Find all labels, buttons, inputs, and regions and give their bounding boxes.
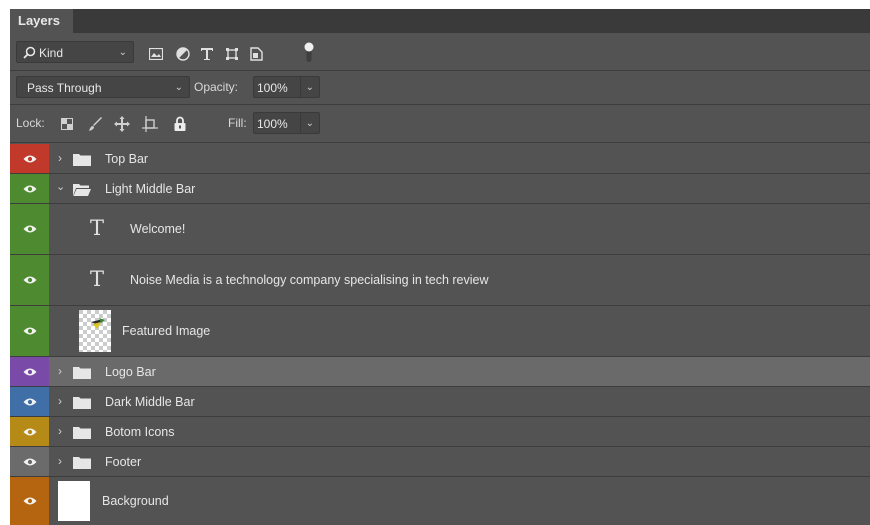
lock-transparent-pixels-icon[interactable] bbox=[61, 118, 73, 130]
chevron-down-icon[interactable]: ⌄ bbox=[306, 113, 314, 135]
layer-name: Welcome! bbox=[130, 222, 186, 236]
lock-label: Lock: bbox=[16, 116, 45, 130]
opacity-label: Opacity: bbox=[194, 80, 239, 94]
lock-artboard-icon[interactable] bbox=[142, 116, 158, 132]
layer-row-featured-image[interactable]: Featured Image bbox=[10, 306, 870, 357]
pixel-layer-filter-icon[interactable] bbox=[149, 48, 163, 60]
folder-icon bbox=[73, 367, 91, 379]
expand-arrow-icon[interactable]: › bbox=[58, 151, 62, 165]
text-layer-icon: T bbox=[90, 267, 105, 291]
fill-label: Fill: bbox=[228, 116, 247, 130]
expand-arrow-icon[interactable]: › bbox=[58, 454, 62, 468]
layer-row-noise-media-text[interactable]: T Noise Media is a technology company sp… bbox=[10, 255, 870, 306]
layer-name: Featured Image bbox=[122, 324, 211, 338]
expand-arrow-icon[interactable]: › bbox=[58, 424, 62, 438]
folder-icon bbox=[73, 457, 91, 469]
filter-kind-dropdown[interactable]: Kind ⌄ bbox=[16, 41, 134, 63]
visibility-toggle[interactable] bbox=[10, 255, 49, 305]
eye-icon bbox=[23, 225, 36, 233]
layer-name: Background bbox=[102, 494, 169, 508]
lock-image-pixels-icon[interactable] bbox=[88, 117, 103, 132]
layers-tab[interactable]: Layers bbox=[10, 9, 73, 33]
visibility-toggle[interactable] bbox=[10, 204, 49, 254]
expand-arrow-icon[interactable]: › bbox=[58, 364, 62, 378]
visibility-toggle[interactable] bbox=[10, 306, 49, 356]
folder-icon bbox=[73, 154, 91, 166]
collapse-arrow-icon[interactable]: ⌄ bbox=[56, 180, 65, 193]
eye-icon bbox=[23, 497, 36, 505]
filter-row: Kind ⌄ bbox=[10, 33, 870, 71]
eye-icon bbox=[23, 368, 36, 375]
layer-thumbnail-featured-image bbox=[79, 310, 111, 352]
panel-tab-bar: Layers bbox=[10, 9, 870, 33]
visibility-toggle[interactable] bbox=[10, 417, 49, 446]
layer-name: Logo Bar bbox=[105, 365, 156, 379]
shape-layer-filter-icon[interactable] bbox=[225, 47, 239, 61]
visibility-toggle[interactable] bbox=[10, 174, 49, 203]
chevron-down-icon[interactable]: ⌄ bbox=[306, 77, 314, 99]
layer-name: Top Bar bbox=[105, 152, 149, 166]
lock-row: Lock: Fill: 100% ⌄ bbox=[10, 105, 870, 143]
eye-icon bbox=[23, 428, 36, 435]
text-layer-icon: T bbox=[90, 216, 105, 240]
layer-row-light-middle-bar[interactable]: ⌄ Light Middle Bar bbox=[10, 174, 870, 204]
expand-arrow-icon[interactable]: › bbox=[58, 394, 62, 408]
visibility-toggle[interactable] bbox=[10, 387, 49, 416]
layer-name: Noise Media is a technology company spec… bbox=[130, 273, 489, 287]
folder-icon bbox=[73, 397, 91, 409]
chevron-down-icon: ⌄ bbox=[118, 47, 127, 58]
search-icon bbox=[23, 46, 36, 59]
eye-icon bbox=[23, 155, 36, 162]
visibility-toggle[interactable] bbox=[10, 144, 49, 173]
eye-icon bbox=[23, 327, 36, 335]
blend-mode-dropdown[interactable]: Pass Through ⌄ bbox=[16, 76, 190, 98]
field-divider bbox=[300, 77, 301, 97]
filter-kind-label: Kind bbox=[39, 46, 64, 60]
chevron-down-icon: ⌄ bbox=[174, 82, 183, 93]
opacity-value: 100% bbox=[257, 81, 288, 95]
layer-row-footer[interactable]: › Footer bbox=[10, 447, 870, 477]
fill-field[interactable]: 100% ⌄ bbox=[253, 112, 320, 134]
layer-row-logo-bar[interactable]: › Logo Bar bbox=[10, 357, 870, 387]
visibility-toggle[interactable] bbox=[10, 357, 49, 386]
blend-mode-value: Pass Through bbox=[27, 81, 102, 95]
fill-value: 100% bbox=[257, 117, 288, 131]
layer-row-top-bar[interactable]: › Top Bar bbox=[10, 144, 870, 174]
adjustment-layer-filter-icon[interactable] bbox=[176, 47, 190, 61]
eye-icon bbox=[23, 398, 36, 405]
folder-icon bbox=[73, 427, 91, 439]
layer-row-botom-icons[interactable]: › Botom Icons bbox=[10, 417, 870, 447]
eye-icon bbox=[23, 458, 36, 465]
layer-row-dark-middle-bar[interactable]: › Dark Middle Bar bbox=[10, 387, 870, 417]
lock-all-icon[interactable] bbox=[174, 116, 186, 131]
layer-thumbnail-background bbox=[58, 481, 90, 521]
field-divider bbox=[300, 113, 301, 133]
layer-name: Botom Icons bbox=[105, 425, 175, 439]
smart-object-filter-icon[interactable] bbox=[250, 47, 263, 61]
type-layer-filter-icon[interactable] bbox=[200, 47, 214, 61]
opacity-field[interactable]: 100% ⌄ bbox=[253, 76, 320, 98]
layers-panel: Layers Kind ⌄ Pass Through ⌄ Opacity: 10… bbox=[10, 9, 870, 525]
layer-row-background[interactable]: Background bbox=[10, 477, 870, 525]
blend-row: Pass Through ⌄ Opacity: 100% ⌄ bbox=[10, 71, 870, 105]
visibility-toggle[interactable] bbox=[10, 447, 49, 476]
filter-toggle-icon[interactable] bbox=[304, 41, 314, 63]
lock-position-icon[interactable] bbox=[114, 116, 130, 132]
layer-row-welcome[interactable]: T Welcome! bbox=[10, 204, 870, 255]
layer-name: Footer bbox=[105, 455, 142, 469]
open-folder-icon bbox=[73, 184, 91, 196]
visibility-toggle[interactable] bbox=[10, 477, 49, 525]
layer-name: Light Middle Bar bbox=[105, 182, 196, 196]
layer-name: Dark Middle Bar bbox=[105, 395, 195, 409]
eye-icon bbox=[23, 276, 36, 284]
eye-icon bbox=[23, 185, 36, 192]
